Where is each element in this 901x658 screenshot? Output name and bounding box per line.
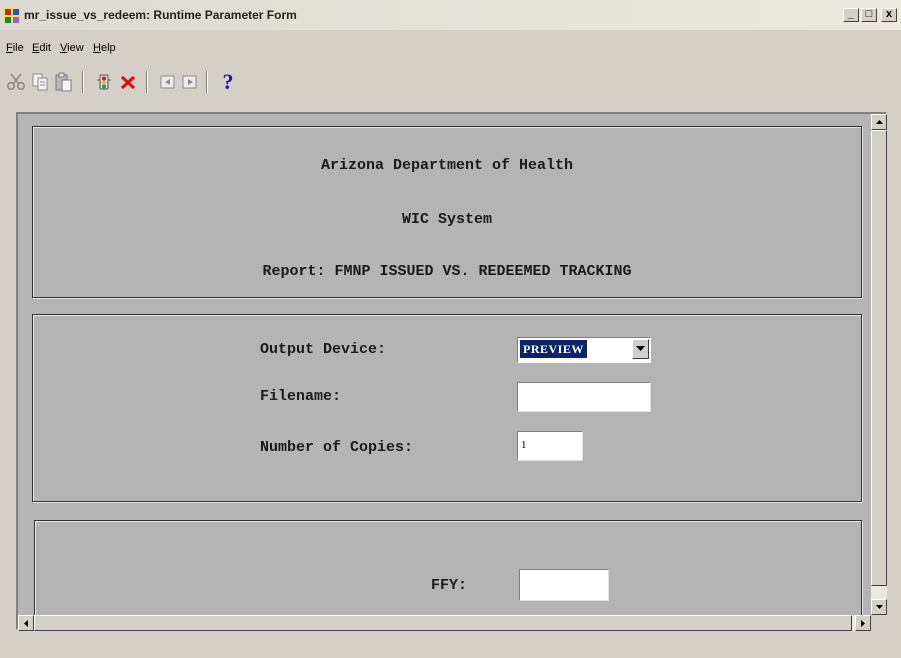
previous-page-button[interactable] bbox=[156, 70, 180, 94]
minimize-button[interactable]: _ bbox=[843, 8, 859, 22]
report-header-frame: Arizona Department of Health WIC System … bbox=[32, 126, 862, 298]
menu-help-label: elp bbox=[100, 42, 116, 54]
parameter-form-area: Arizona Department of Health WIC System … bbox=[16, 112, 887, 631]
next-page-icon bbox=[182, 75, 197, 89]
cancel-icon bbox=[120, 75, 136, 90]
system-title: WIC System bbox=[401, 211, 492, 228]
vertical-scrollbar[interactable] bbox=[871, 114, 887, 615]
arrow-left-icon bbox=[24, 619, 28, 627]
paste-button[interactable] bbox=[52, 70, 76, 94]
menu-file-mnemonic: F bbox=[6, 42, 13, 54]
app-icon bbox=[4, 8, 20, 24]
arrow-down-icon bbox=[875, 605, 883, 609]
menu-file[interactable]: File bbox=[6, 42, 24, 54]
dropdown-button[interactable] bbox=[632, 339, 649, 359]
filename-field[interactable] bbox=[517, 382, 651, 412]
help-button[interactable]: ? bbox=[216, 70, 240, 94]
menu-edit[interactable]: Edit bbox=[32, 42, 51, 54]
menu-help[interactable]: Help bbox=[93, 42, 116, 54]
maximize-icon: □ bbox=[865, 8, 873, 20]
arrow-right-icon bbox=[861, 619, 865, 627]
title-bar[interactable]: mr_issue_vs_redeem: Runtime Parameter Fo… bbox=[0, 0, 901, 30]
maximize-button[interactable]: □ bbox=[861, 8, 877, 22]
output-device-value: PREVIEW bbox=[520, 340, 587, 358]
output-device-label: Output Device: bbox=[260, 341, 387, 358]
run-report-button[interactable] bbox=[92, 70, 116, 94]
horizontal-scroll-thumb[interactable] bbox=[34, 615, 852, 631]
scrollbar-corner bbox=[871, 615, 887, 631]
close-icon: x bbox=[885, 8, 893, 20]
arrow-up-icon bbox=[875, 120, 883, 124]
minimize-icon: _ bbox=[847, 8, 855, 20]
vertical-scroll-thumb[interactable] bbox=[871, 130, 887, 586]
cut-icon bbox=[6, 73, 26, 91]
report-title: Report: FMNP ISSUED VS. REDEEMED TRACKIN… bbox=[262, 263, 632, 280]
next-page-button[interactable] bbox=[178, 70, 202, 94]
toolbar: ? bbox=[0, 62, 901, 102]
menu-file-label: ile bbox=[12, 42, 24, 54]
help-icon: ? bbox=[222, 69, 234, 94]
scroll-right-button[interactable] bbox=[855, 615, 871, 631]
run-report-icon bbox=[97, 74, 111, 90]
department-title: Arizona Department of Health bbox=[320, 157, 574, 174]
menu-bar: File Edit View Help bbox=[0, 38, 901, 58]
window-title: mr_issue_vs_redeem: Runtime Parameter Fo… bbox=[24, 8, 297, 22]
scroll-up-button[interactable] bbox=[871, 114, 887, 130]
toolbar-separator bbox=[206, 71, 208, 93]
output-settings-frame: Output Device: PREVIEW Filename: Number … bbox=[32, 314, 862, 502]
menu-help-mnemonic: H bbox=[93, 42, 101, 54]
cancel-button[interactable] bbox=[116, 70, 140, 94]
menu-view-label: iew bbox=[67, 42, 84, 54]
copies-field[interactable]: 1 bbox=[517, 431, 583, 461]
ffy-label: FFY: bbox=[431, 577, 468, 594]
report-parameters-frame: FFY: bbox=[34, 520, 862, 615]
runtime-parameter-window: mr_issue_vs_redeem: Runtime Parameter Fo… bbox=[0, 0, 901, 658]
copies-label: Number of Copies: bbox=[260, 439, 414, 456]
horizontal-scrollbar[interactable] bbox=[18, 615, 871, 631]
menu-view[interactable]: View bbox=[60, 42, 84, 54]
filename-label: Filename: bbox=[260, 388, 342, 405]
copy-icon bbox=[32, 73, 48, 91]
scroll-left-button[interactable] bbox=[18, 615, 34, 631]
chevron-down-icon bbox=[636, 346, 645, 351]
form-canvas: Arizona Department of Health WIC System … bbox=[18, 114, 871, 615]
toolbar-separator bbox=[82, 71, 84, 93]
copy-button[interactable] bbox=[28, 70, 52, 94]
ffy-field[interactable] bbox=[519, 569, 609, 601]
output-device-select[interactable]: PREVIEW bbox=[517, 337, 651, 363]
cut-button[interactable] bbox=[4, 70, 28, 94]
close-button[interactable]: x bbox=[881, 8, 897, 22]
scroll-down-button[interactable] bbox=[871, 599, 887, 615]
menu-edit-label: dit bbox=[39, 42, 51, 54]
toolbar-separator bbox=[146, 71, 148, 93]
paste-icon bbox=[55, 72, 72, 92]
previous-page-icon bbox=[160, 75, 175, 89]
